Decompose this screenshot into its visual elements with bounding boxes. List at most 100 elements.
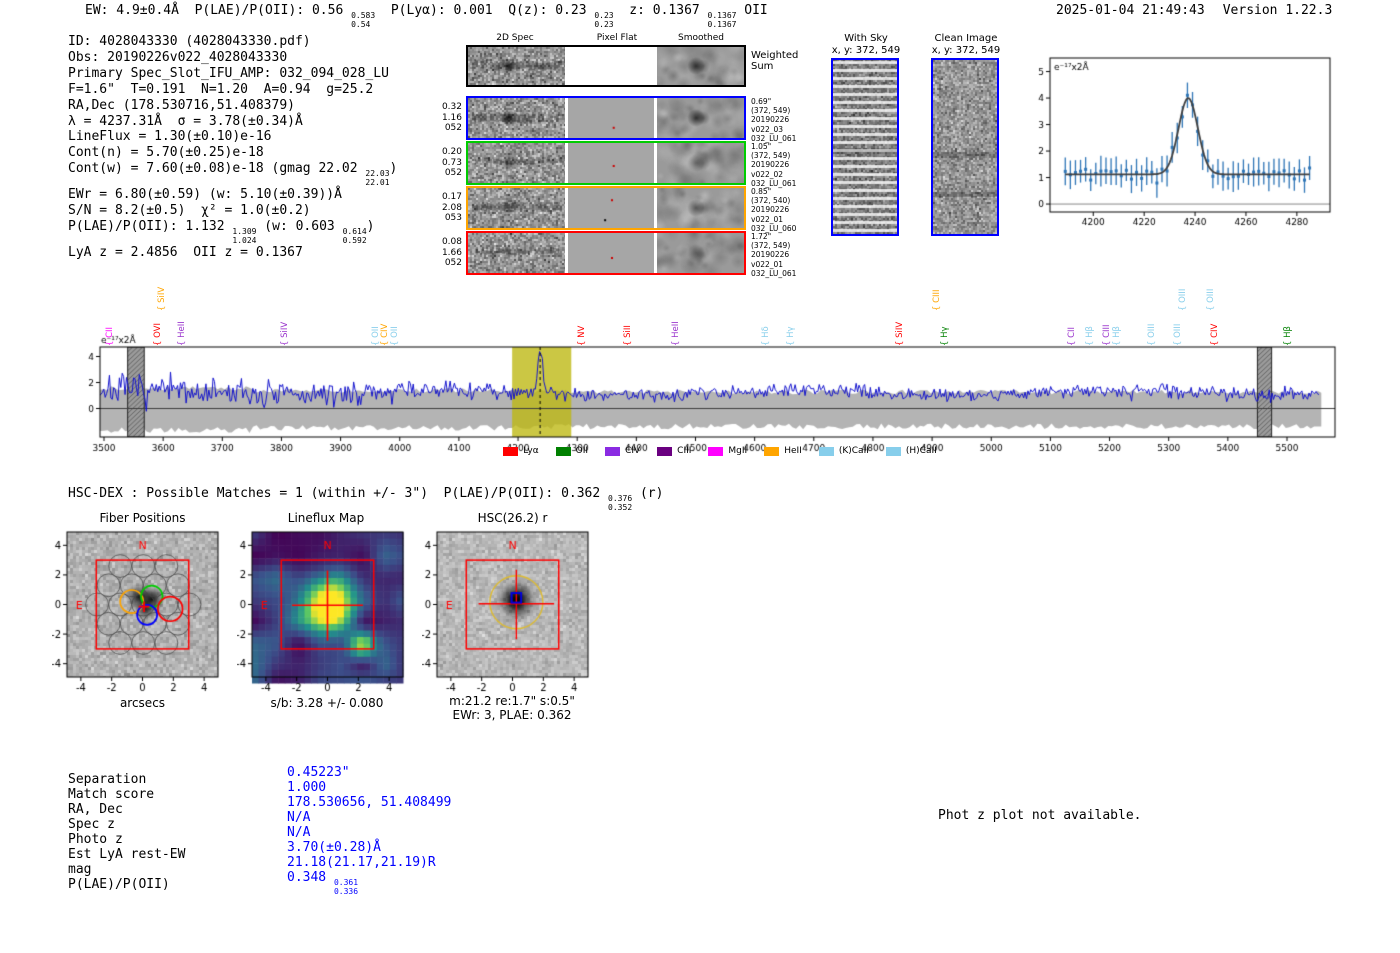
legend-item: (H)CaII xyxy=(886,446,937,456)
match-row-value: 0.348 0.3610.336 xyxy=(287,870,451,885)
legend-item: Lyα xyxy=(503,446,538,456)
fiber-info-label: 0.69" (372, 549) 20190226 v022_03 032_LU… xyxy=(751,97,796,143)
legend-swatch xyxy=(657,447,672,456)
smoothed-image xyxy=(657,143,744,183)
match-row-label: Match score xyxy=(68,787,185,802)
report-timestamp: 2025-01-04 21:49:43 xyxy=(1056,3,1205,18)
legend-swatch xyxy=(708,447,723,456)
pixel-flat-image xyxy=(568,188,654,228)
summary-header: EW: 4.9±0.4Å P(LAE)/P(OII): 0.56 0.5830.… xyxy=(85,3,768,29)
legend-item: CIV xyxy=(605,446,640,456)
hsc-xlabel-2: EWr: 3, PLAE: 0.362 xyxy=(402,708,622,722)
report-version: Version 1.22.3 xyxy=(1223,3,1333,18)
row-weights-label: 0.172.08053 xyxy=(437,186,462,230)
stacked-fraction: 0.3760.352 xyxy=(608,495,632,512)
match-row-value: 178.530656, 51.408499 xyxy=(287,795,451,810)
match-row-value: 0.45223" xyxy=(287,765,451,780)
spec2d-row xyxy=(466,141,746,185)
match-row-value: 21.18(21.17,21.19)R xyxy=(287,855,451,870)
match-row-label: P(LAE)/P(OII) xyxy=(68,877,185,892)
match-row-label: Photo z xyxy=(68,832,185,847)
hsc-dex-summary: HSC-DEX : Possible Matches = 1 (within +… xyxy=(68,486,663,512)
match-row-label: Est LyA rest-EW xyxy=(68,847,185,862)
smoothed-image xyxy=(657,47,744,85)
weighted-sum-row xyxy=(466,45,746,87)
legend-item: (K)CaII xyxy=(819,446,869,456)
weighted-sum-label: Weighted Sum xyxy=(751,50,798,72)
spec2d-row xyxy=(466,186,746,230)
col-title-smoothed: Smoothed xyxy=(658,33,744,43)
match-row-value: N/A xyxy=(287,825,451,840)
match-row-value: N/A xyxy=(287,810,451,825)
row-weights-label: 0.321.16052 xyxy=(437,96,462,140)
spec2d-row xyxy=(466,96,746,140)
match-row-value: 1.000 xyxy=(287,780,451,795)
legend-item: HeII xyxy=(764,446,802,456)
clean-image-cutout xyxy=(931,58,999,236)
emission-line-label: { SiIV xyxy=(157,287,167,311)
legend-swatch xyxy=(605,447,620,456)
spec2d-row xyxy=(466,231,746,275)
emission-line-label: { CIII xyxy=(932,289,942,311)
info-line: ID: 4028043330 (4028043330.pdf) xyxy=(68,34,397,50)
row-weights-label: 0.081.66052 xyxy=(437,231,462,275)
info-line: RA,Dec (178.530716,51.408379) xyxy=(68,98,397,114)
with-sky-title: With Skyx, y: 372, 549 xyxy=(821,33,911,57)
legend-swatch xyxy=(819,447,834,456)
match-row-label: Spec z xyxy=(68,817,185,832)
fiber-positions-plot xyxy=(52,522,232,694)
fiber-info-label: 0.85" (372, 540) 20190226 v022_01 032_LU… xyxy=(751,187,796,233)
full-spectrum-plot xyxy=(85,330,1347,462)
spec2d-image xyxy=(468,233,565,273)
hsc-xlabel-1: m:21.2 re:1.7" s:0.5" xyxy=(402,694,622,708)
legend-swatch xyxy=(764,447,779,456)
pixel-flat-image xyxy=(568,233,654,273)
photz-note: Phot z plot not available. xyxy=(938,808,1142,823)
match-row-label: Separation xyxy=(68,772,185,787)
with-sky-cutout xyxy=(831,58,899,236)
legend-swatch xyxy=(503,447,518,456)
spectrum-legend: Lyα OII CIV CIII MgII HeII (K)CaII (H)CaII xyxy=(100,446,1340,456)
clean-image xyxy=(933,60,997,234)
stacked-fraction: 0.230.23 xyxy=(594,12,613,29)
legend-swatch xyxy=(556,447,571,456)
emission-line-label: { OIII xyxy=(1178,289,1188,311)
fiber-info-label: 1.05" (372, 549) 20190226 v022_02 032_LU… xyxy=(751,142,796,188)
legend-swatch xyxy=(886,447,901,456)
info-line: P(LAE)/P(OII): 1.132 1.3091.024 (w: 0.60… xyxy=(68,219,397,245)
info-line: LineFlux = 1.30(±0.10)e-16 xyxy=(68,129,397,145)
info-line: LyA z = 2.4856 OII z = 0.1367 xyxy=(68,245,397,261)
clean-image-title: Clean Imagex, y: 372, 549 xyxy=(921,33,1011,57)
info-line: Primary Spec_Slot_IFU_AMP: 032_094_028_L… xyxy=(68,66,397,82)
timestamp-version: 2025-01-04 21:49:43 Version 1.22.3 xyxy=(1056,3,1332,18)
stacked-fraction: 1.3091.024 xyxy=(232,228,256,245)
spec2d-image xyxy=(468,143,565,183)
match-row-value: 3.70(±0.28)Å xyxy=(287,840,451,855)
match-row-label: mag xyxy=(68,862,185,877)
info-line: S/N = 8.2(±0.5) χ² = 1.0(±0.2) xyxy=(68,203,397,219)
stacked-fraction: 0.13670.1367 xyxy=(708,12,737,29)
info-line: EWr = 6.80(±0.59) (w: 5.10(±0.39))Å xyxy=(68,187,397,203)
legend-item: CIII xyxy=(657,446,691,456)
pixel-flat-image xyxy=(568,98,654,138)
info-line: λ = 4237.31Å σ = 3.78(±0.34)Å xyxy=(68,114,397,130)
elixer-report-page: { "header": { "left": [ {"t":"EW: 4.9±0.… xyxy=(0,0,1400,953)
info-line: F=1.6" T=0.191 N=1.20 A=0.94 g=25.2 xyxy=(68,82,397,98)
row-weights-label: 0.200.73052 xyxy=(437,141,462,185)
info-line: Cont(n) = 5.70(±0.25)e-18 xyxy=(68,145,397,161)
legend-item: MgII xyxy=(708,446,747,456)
col-title-2dspec: 2D Spec xyxy=(470,33,560,43)
fiber-xlabel: arcsecs xyxy=(67,696,218,710)
smoothed-image xyxy=(657,188,744,228)
source-info-block: ID: 4028043330 (4028043330.pdf)Obs: 2019… xyxy=(68,34,397,261)
with-sky-image xyxy=(833,60,897,234)
spec2d-image xyxy=(468,47,565,85)
stacked-fraction: 22.0322.01 xyxy=(365,170,389,187)
pixel-flat-image xyxy=(568,47,654,85)
spec2d-image xyxy=(468,188,565,228)
lineflux-map-plot xyxy=(237,522,417,694)
pixel-flat-image xyxy=(568,143,654,183)
smoothed-image xyxy=(657,233,744,273)
fiber-info-label: 1.72" (372, 549) 20190226 v022_01 032_LU… xyxy=(751,232,796,278)
legend-item: OII xyxy=(556,446,588,456)
